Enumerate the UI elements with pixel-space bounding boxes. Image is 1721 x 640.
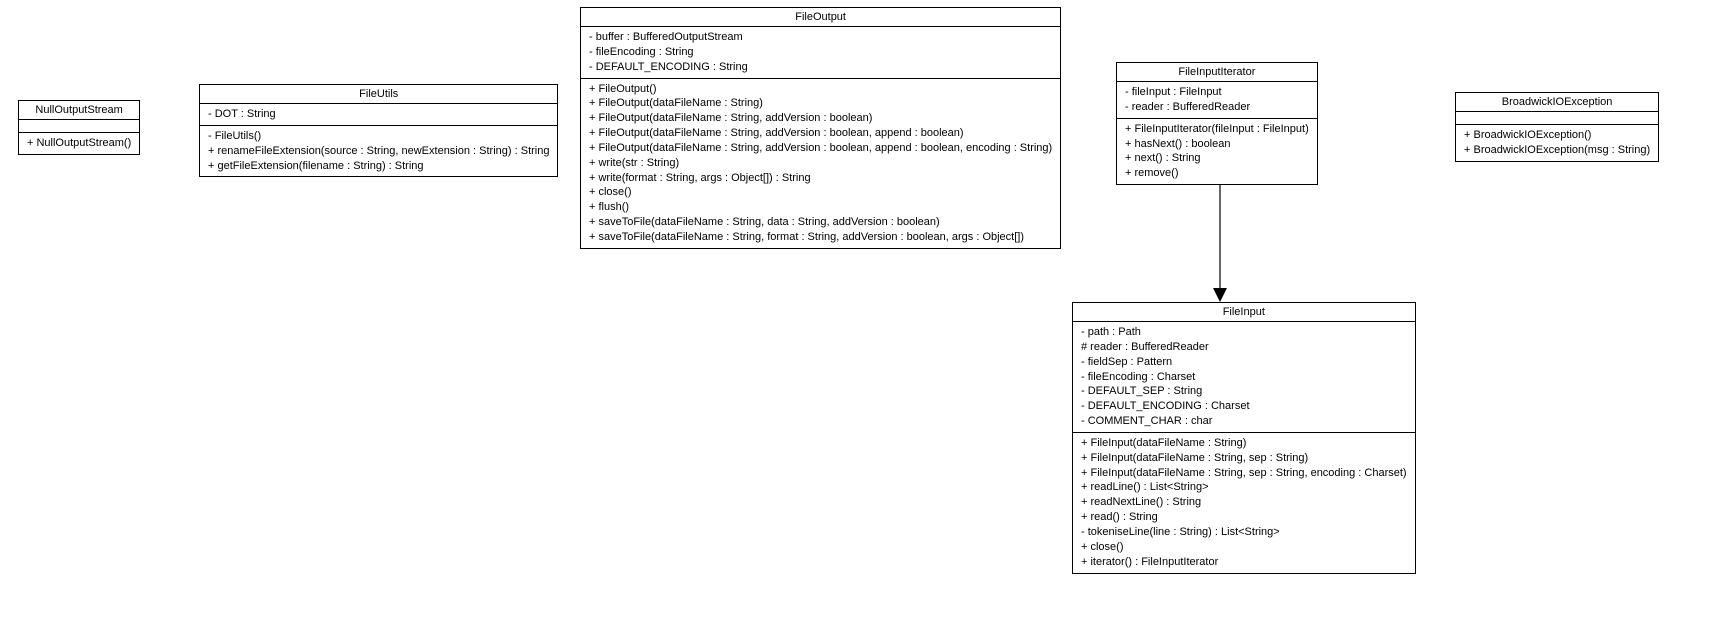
method: + read() : String (1081, 510, 1407, 525)
attribute: - path : Path (1081, 325, 1407, 340)
class-fileinput: FileInput - path : Path # reader : Buffe… (1072, 302, 1416, 574)
class-title: FileUtils (200, 85, 557, 104)
method: + close() (1081, 540, 1407, 555)
method: + getFileExtension(filename : String) : … (208, 159, 549, 174)
class-title: FileOutput (581, 8, 1060, 27)
attribute: - COMMENT_CHAR : char (1081, 414, 1407, 429)
method: + saveToFile(dataFileName : String, form… (589, 230, 1052, 245)
method: + close() (589, 185, 1052, 200)
method: + write(format : String, args : Object[]… (589, 171, 1052, 186)
attributes-compartment: - buffer : BufferedOutputStream - fileEn… (581, 27, 1060, 79)
method: + hasNext() : boolean (1125, 137, 1309, 152)
attribute: - DEFAULT_ENCODING : String (589, 60, 1052, 75)
class-nulloutputstream: NullOutputStream + NullOutputStream() (18, 100, 140, 155)
attributes-compartment: - DOT : String (200, 104, 557, 126)
attributes-compartment (19, 120, 139, 133)
methods-compartment: - FileUtils() + renameFileExtension(sour… (200, 126, 557, 177)
method: + flush() (589, 200, 1052, 215)
methods-compartment: + NullOutputStream() (19, 133, 139, 154)
class-fileinputiterator: FileInputIterator - fileInput : FileInpu… (1116, 62, 1318, 185)
methods-compartment: + FileInput(dataFileName : String) + Fil… (1073, 433, 1415, 573)
method: + FileOutput() (589, 82, 1052, 97)
attributes-compartment: - fileInput : FileInput - reader : Buffe… (1117, 82, 1317, 119)
attribute: # reader : BufferedReader (1081, 340, 1407, 355)
attribute: - DEFAULT_SEP : String (1081, 384, 1407, 399)
method: + FileOutput(dataFileName : String, addV… (589, 141, 1052, 156)
attribute: - fileInput : FileInput (1125, 85, 1309, 100)
method: + BroadwickIOException(msg : String) (1464, 143, 1650, 158)
class-title: FileInputIterator (1117, 63, 1317, 82)
method: + FileInputIterator(fileInput : FileInpu… (1125, 122, 1309, 137)
attribute: - fileEncoding : String (589, 45, 1052, 60)
method: - FileUtils() (208, 129, 549, 144)
attribute: - fileEncoding : Charset (1081, 370, 1407, 385)
method: + readLine() : List<String> (1081, 480, 1407, 495)
method: + FileInput(dataFileName : String, sep :… (1081, 466, 1407, 481)
method: + readNextLine() : String (1081, 495, 1407, 510)
class-fileutils: FileUtils - DOT : String - FileUtils() +… (199, 84, 558, 177)
method: + FileOutput(dataFileName : String) (589, 96, 1052, 111)
method: + BroadwickIOException() (1464, 128, 1650, 143)
method: + remove() (1125, 166, 1309, 181)
methods-compartment: + BroadwickIOException() + BroadwickIOEx… (1456, 125, 1658, 161)
method: + renameFileExtension(source : String, n… (208, 144, 549, 159)
methods-compartment: + FileOutput() + FileOutput(dataFileName… (581, 79, 1060, 248)
method: + NullOutputStream() (27, 136, 131, 151)
attributes-compartment: - path : Path # reader : BufferedReader … (1073, 322, 1415, 433)
class-title: FileInput (1073, 303, 1415, 322)
method: + iterator() : FileInputIterator (1081, 555, 1407, 570)
method: - tokeniseLine(line : String) : List<Str… (1081, 525, 1407, 540)
class-title: BroadwickIOException (1456, 93, 1658, 112)
class-title: NullOutputStream (19, 101, 139, 120)
method: + write(str : String) (589, 156, 1052, 171)
attribute: - fieldSep : Pattern (1081, 355, 1407, 370)
attribute: - DOT : String (208, 107, 549, 122)
attributes-compartment (1456, 112, 1658, 125)
methods-compartment: + FileInputIterator(fileInput : FileInpu… (1117, 119, 1317, 184)
class-fileoutput: FileOutput - buffer : BufferedOutputStre… (580, 7, 1061, 249)
method: + next() : String (1125, 151, 1309, 166)
attribute: - reader : BufferedReader (1125, 100, 1309, 115)
method: + saveToFile(dataFileName : String, data… (589, 215, 1052, 230)
association-fileinputiterator-to-fileinput (1200, 185, 1240, 305)
attribute: - buffer : BufferedOutputStream (589, 30, 1052, 45)
method: + FileOutput(dataFileName : String, addV… (589, 126, 1052, 141)
class-broadwickioexception: BroadwickIOException + BroadwickIOExcept… (1455, 92, 1659, 162)
method: + FileOutput(dataFileName : String, addV… (589, 111, 1052, 126)
attribute: - DEFAULT_ENCODING : Charset (1081, 399, 1407, 414)
method: + FileInput(dataFileName : String, sep :… (1081, 451, 1407, 466)
method: + FileInput(dataFileName : String) (1081, 436, 1407, 451)
